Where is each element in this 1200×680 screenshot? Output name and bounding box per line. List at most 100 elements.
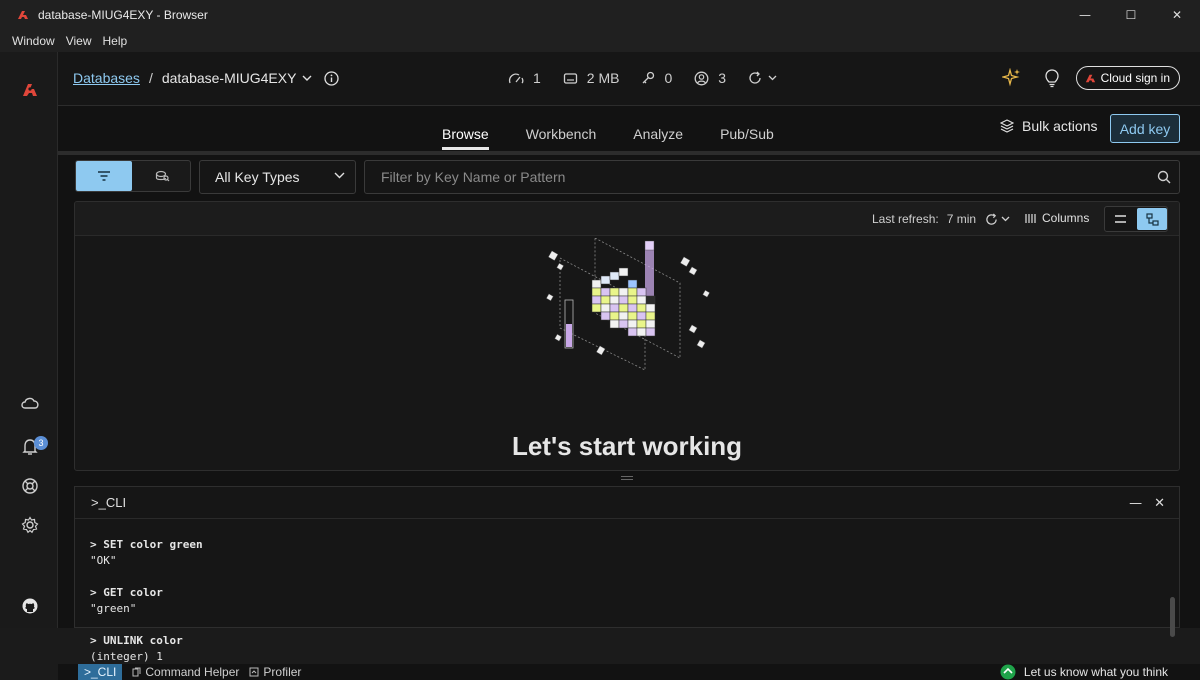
- cli-panel: >_CLI — ✕ > SET color green "OK" > GET c…: [74, 486, 1180, 663]
- cli-minimize-button[interactable]: —: [1129, 496, 1142, 511]
- stat-clients-value: 3: [718, 70, 727, 86]
- cli-line: > SET color green: [90, 538, 203, 551]
- filter-row: All Key Types Filter by Key Name or Patt…: [75, 160, 1180, 194]
- insights-bulb-icon[interactable]: [1044, 68, 1060, 88]
- stat-commands-value: 1: [533, 70, 541, 86]
- add-key-button[interactable]: Add key: [1110, 114, 1180, 143]
- cli-line: [90, 617, 203, 633]
- user-icon: [694, 71, 709, 85]
- chevron-down-icon[interactable]: [302, 75, 312, 81]
- bulk-actions-button[interactable]: Bulk actions: [1000, 118, 1097, 134]
- columns-button[interactable]: Columns: [1025, 211, 1089, 225]
- tab-workbench[interactable]: Workbench: [526, 126, 597, 150]
- stat-commands: 1: [508, 70, 541, 86]
- search-icon[interactable]: [1157, 170, 1171, 184]
- window-controls: — ☐ ✕: [1062, 0, 1200, 29]
- menu-help[interactable]: Help: [102, 34, 127, 48]
- cloud-sign-in-label: Cloud sign in: [1100, 71, 1170, 85]
- cli-output: > SET color green "OK" > GET color "gree…: [90, 537, 203, 665]
- keys-panel-header: Last refresh: 7 min Columns: [75, 202, 1179, 236]
- profiler-tab[interactable]: Profiler: [249, 665, 301, 679]
- database-name-dropdown[interactable]: database-MIUG4EXY: [162, 70, 297, 86]
- layers-icon: [1000, 119, 1014, 133]
- bulk-actions-label: Bulk actions: [1022, 118, 1098, 134]
- refresh-icon: [749, 71, 761, 84]
- cli-title: >_CLI: [91, 495, 127, 510]
- feedback-icon: [1000, 664, 1016, 680]
- filter-lines-icon: [98, 171, 110, 181]
- left-nav: 3: [0, 52, 58, 628]
- panel-resize-handle[interactable]: [621, 476, 633, 480]
- key-type-select[interactable]: All Key Types: [199, 160, 356, 194]
- info-icon[interactable]: [324, 70, 340, 86]
- columns-icon: [1025, 213, 1036, 223]
- breadcrumb-databases-link[interactable]: Databases: [73, 70, 140, 86]
- cloud-sign-in-button[interactable]: Cloud sign in: [1075, 66, 1180, 90]
- profiler-label: Profiler: [263, 665, 302, 679]
- title-bar: database-MIUG4EXY - Browser — ☐ ✕: [0, 0, 1200, 29]
- cli-close-button[interactable]: ✕: [1154, 496, 1165, 511]
- empty-state-title: Let's start working: [511, 431, 743, 461]
- settings-gear-icon[interactable]: [19, 514, 41, 536]
- cli-line: [90, 569, 203, 585]
- github-icon[interactable]: [19, 595, 41, 617]
- feedback-label: Let us know what you think: [1023, 665, 1168, 679]
- profiler-icon: [249, 667, 259, 677]
- list-icon: [1115, 215, 1126, 223]
- stack-search-icon: [155, 170, 169, 182]
- list-tree-toggle: [1104, 206, 1168, 232]
- last-refresh-value: 7 min: [946, 212, 977, 226]
- filter-view-button[interactable]: [76, 161, 132, 191]
- copy-icon: [132, 667, 141, 677]
- tab-analyze[interactable]: Analyze: [633, 126, 683, 150]
- main-tabs: Browse Workbench Analyze Pub/Sub: [442, 126, 811, 150]
- menu-window[interactable]: Window: [12, 34, 55, 48]
- close-window-button[interactable]: ✕: [1154, 0, 1200, 29]
- tabs-bar: Browse Workbench Analyze Pub/Sub Bulk ac…: [58, 106, 1200, 151]
- menu-view[interactable]: View: [66, 34, 92, 48]
- header-divider: [58, 151, 1200, 155]
- cli-line: "OK": [90, 554, 117, 567]
- window-title: database-MIUG4EXY - Browser: [38, 7, 208, 22]
- redis-logo-icon[interactable]: [19, 79, 41, 101]
- columns-label: Columns: [1042, 211, 1090, 225]
- minimize-button[interactable]: —: [1062, 0, 1108, 29]
- help-center-icon[interactable]: [19, 475, 41, 497]
- chevron-down-icon: [768, 75, 777, 81]
- refresh-icon[interactable]: [985, 213, 998, 226]
- bottom-cli-tab[interactable]: >_CLI: [78, 664, 123, 680]
- header-actions: Cloud sign in: [1001, 66, 1180, 90]
- key-icon: [643, 71, 655, 84]
- cli-line: (integer) 1: [90, 650, 163, 663]
- cli-line: > UNLINK color: [90, 634, 183, 647]
- keys-panel: Last refresh: 7 min Columns Let's start …: [74, 201, 1180, 471]
- tab-browse[interactable]: Browse: [442, 126, 489, 150]
- notification-badge: 3: [34, 436, 48, 450]
- cloud-icon[interactable]: [19, 392, 41, 414]
- memory-icon: [563, 72, 577, 84]
- cli-line: "green": [90, 602, 137, 615]
- command-helper-tab[interactable]: Command Helper: [132, 665, 239, 679]
- list-view-button[interactable]: [1105, 207, 1136, 231]
- cli-scrollbar[interactable]: [1170, 597, 1175, 637]
- tree-view-button[interactable]: [1137, 208, 1167, 230]
- chevron-down-icon[interactable]: [1001, 216, 1010, 222]
- search-by-values-button[interactable]: [134, 161, 190, 191]
- cli-line: > GET color: [90, 586, 163, 599]
- bottom-bar: >_CLI Command Helper Profiler Let us kno…: [58, 664, 1200, 680]
- app-root: 3 Databases / database-MIUG4EXY 1 2 MB 0…: [0, 52, 1200, 680]
- stat-keys-value: 0: [664, 70, 673, 86]
- redis-logo-icon: [1085, 74, 1095, 82]
- key-type-value: All Key Types: [215, 169, 300, 185]
- breadcrumb: Databases / database-MIUG4EXY: [73, 70, 340, 86]
- last-refresh-label: Last refresh:: [872, 212, 939, 226]
- cli-window-controls: — ✕: [1117, 496, 1165, 511]
- feedback-link[interactable]: Let us know what you think: [1000, 664, 1168, 680]
- key-filter-input[interactable]: Filter by Key Name or Pattern: [364, 160, 1180, 194]
- gauge-icon: [508, 73, 524, 84]
- breadcrumb-separator: /: [148, 70, 153, 86]
- auto-refresh-toggle[interactable]: [748, 71, 786, 85]
- tab-pubsub[interactable]: Pub/Sub: [720, 126, 774, 150]
- maximize-button[interactable]: ☐: [1108, 0, 1154, 29]
- ai-sparkle-icon[interactable]: [1001, 68, 1022, 88]
